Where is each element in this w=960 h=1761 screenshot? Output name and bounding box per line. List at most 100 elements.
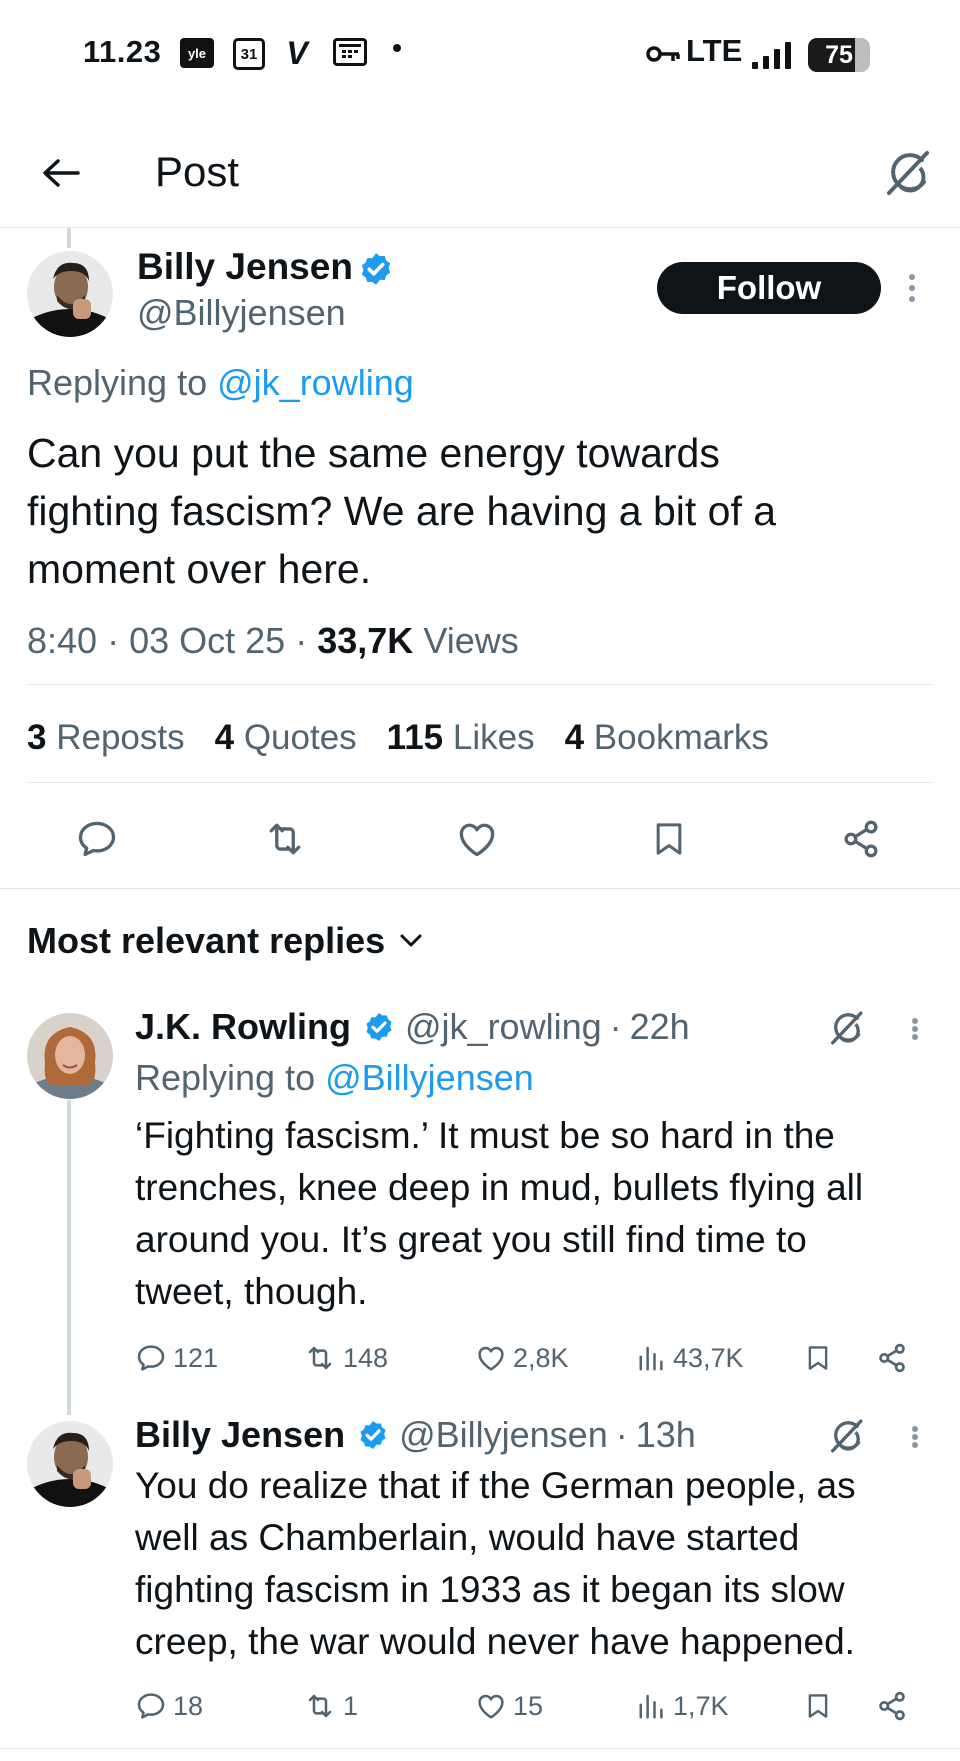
avatar[interactable] (27, 1421, 113, 1507)
v-app-icon: V (286, 34, 308, 71)
divider (0, 888, 960, 889)
share-icon[interactable] (836, 814, 886, 864)
quotes-count: 4 (214, 718, 235, 757)
quotes-stat[interactable]: 4 Quotes (215, 718, 357, 758)
bookmarks-stat[interactable]: 4 Bookmarks (565, 718, 769, 758)
repost-button[interactable]: 1 (303, 1684, 358, 1728)
bookmark-icon[interactable] (803, 1684, 833, 1728)
share-icon[interactable] (875, 1684, 909, 1728)
author-name[interactable]: Billy Jensen (135, 1414, 345, 1456)
bookmarks-count: 4 (564, 718, 585, 757)
author-handle[interactable]: @Billyjensen (399, 1414, 608, 1456)
likes-label: Likes (452, 718, 535, 757)
like-icon (478, 1346, 504, 1371)
vpn-key-icon (645, 42, 681, 66)
reply-count: 121 (173, 1342, 219, 1373)
like-button[interactable]: 15 (475, 1684, 543, 1728)
grok-icon[interactable] (826, 1008, 866, 1048)
replying-to-mention[interactable]: @Billyjensen (325, 1057, 534, 1098)
reposts-label: Reposts (56, 718, 185, 757)
post-meta: 8:40 · 03 Oct 25 · 33,7K Views (27, 620, 519, 662)
like-button[interactable]: 2,8K (475, 1336, 569, 1380)
views-icon (639, 1694, 663, 1719)
thread-connector-line (67, 228, 71, 248)
views-icon (639, 1346, 663, 1371)
author-handle[interactable]: @Billyjensen (137, 292, 346, 334)
schedule-icon (333, 38, 367, 66)
status-time: 11.23 (83, 34, 162, 69)
views-label: Views (423, 620, 519, 661)
replies-sort-dropdown[interactable]: Most relevant replies (27, 920, 423, 962)
repost-icon (308, 1694, 332, 1718)
reply-count: 18 (173, 1690, 204, 1721)
replying-to-label: Replying to (27, 362, 208, 403)
replies-section-title: Most relevant replies (27, 920, 386, 961)
battery-icon: 75 (808, 38, 870, 72)
grok-icon[interactable] (826, 1416, 866, 1456)
thread-connector-line (67, 1100, 71, 1415)
reply-action-bar: 18 1 15 1,7K (135, 1684, 935, 1728)
replying-to: Replying to @Billyjensen (135, 1057, 534, 1099)
network-type: LTE (686, 33, 743, 68)
author-name[interactable]: Billy Jensen (137, 246, 353, 288)
repost-button[interactable]: 148 (303, 1336, 388, 1380)
avatar[interactable] (27, 251, 113, 337)
status-bar: 11.23 yle 31 V LTE 75 (0, 0, 960, 110)
share-icon[interactable] (875, 1336, 909, 1380)
post-stats: 3 Reposts 4 Quotes 115 Likes 4 Bookmarks (27, 718, 769, 758)
views-button[interactable]: 43,7K (637, 1336, 744, 1380)
notification-dot-icon (393, 44, 401, 52)
bookmark-icon[interactable] (803, 1336, 833, 1380)
likes-stat[interactable]: 115 Likes (387, 718, 535, 758)
reply-action-bar: 121 148 2,8K 43,7K (135, 1336, 935, 1380)
top-app-bar: Post (0, 120, 960, 228)
views-count: 33,7K (317, 620, 414, 661)
post-date: 03 Oct 25 (129, 620, 286, 661)
avatar[interactable] (27, 1013, 113, 1099)
more-options-icon[interactable] (902, 268, 922, 308)
page-title: Post (155, 148, 240, 195)
reply-header: J.K. Rowling @jk_rowling · 22h (135, 1006, 690, 1048)
views-count: 43,7K (673, 1342, 744, 1373)
battery-level: 75 (825, 40, 853, 69)
reposts-count: 3 (27, 718, 47, 757)
author-handle[interactable]: @jk_rowling (405, 1006, 602, 1048)
more-options-icon[interactable] (905, 1012, 925, 1046)
views-button[interactable]: 1,7K (637, 1684, 729, 1728)
author-name[interactable]: J.K. Rowling (135, 1006, 351, 1048)
verified-badge-icon (358, 251, 394, 292)
reply-text: ‘Fighting fascism.’ It must be so hard i… (135, 1115, 864, 1312)
verified-badge-icon (360, 1421, 386, 1449)
divider (0, 1748, 960, 1749)
meta-separator: · (609, 1006, 622, 1047)
more-options-icon[interactable] (905, 1420, 925, 1454)
reply-header: Billy Jensen @Billyjensen · 13h (135, 1414, 696, 1456)
meta-separator: · (107, 620, 120, 661)
like-count: 2,8K (513, 1342, 569, 1373)
verified-badge-icon (366, 1013, 392, 1041)
reply-button[interactable]: 18 (135, 1684, 203, 1728)
calendar-icon: 31 (233, 38, 265, 70)
reposts-stat[interactable]: 3 Reposts (27, 718, 185, 758)
reply-icon[interactable] (72, 814, 122, 864)
meta-separator: · (295, 620, 308, 661)
likes-count: 115 (386, 718, 444, 757)
post-action-bar (0, 800, 960, 880)
like-icon[interactable] (452, 814, 502, 864)
follow-button[interactable]: Follow (657, 262, 881, 314)
reply-age: 22h (629, 1006, 690, 1047)
reply-button[interactable]: 121 (135, 1336, 218, 1380)
reply-age: 13h (635, 1414, 696, 1455)
like-icon (478, 1694, 504, 1719)
replying-to-mention[interactable]: @jk_rowling (217, 362, 414, 403)
bookmark-icon[interactable] (644, 814, 694, 864)
repost-count: 1 (343, 1690, 359, 1721)
divider (27, 782, 933, 783)
repost-icon (308, 1346, 332, 1370)
repost-icon[interactable] (260, 814, 310, 864)
reply-icon (137, 1693, 165, 1719)
repost-count: 148 (343, 1342, 389, 1373)
grok-icon[interactable] (880, 146, 934, 200)
views-count: 1,7K (673, 1690, 729, 1721)
back-arrow-icon[interactable] (36, 148, 86, 198)
